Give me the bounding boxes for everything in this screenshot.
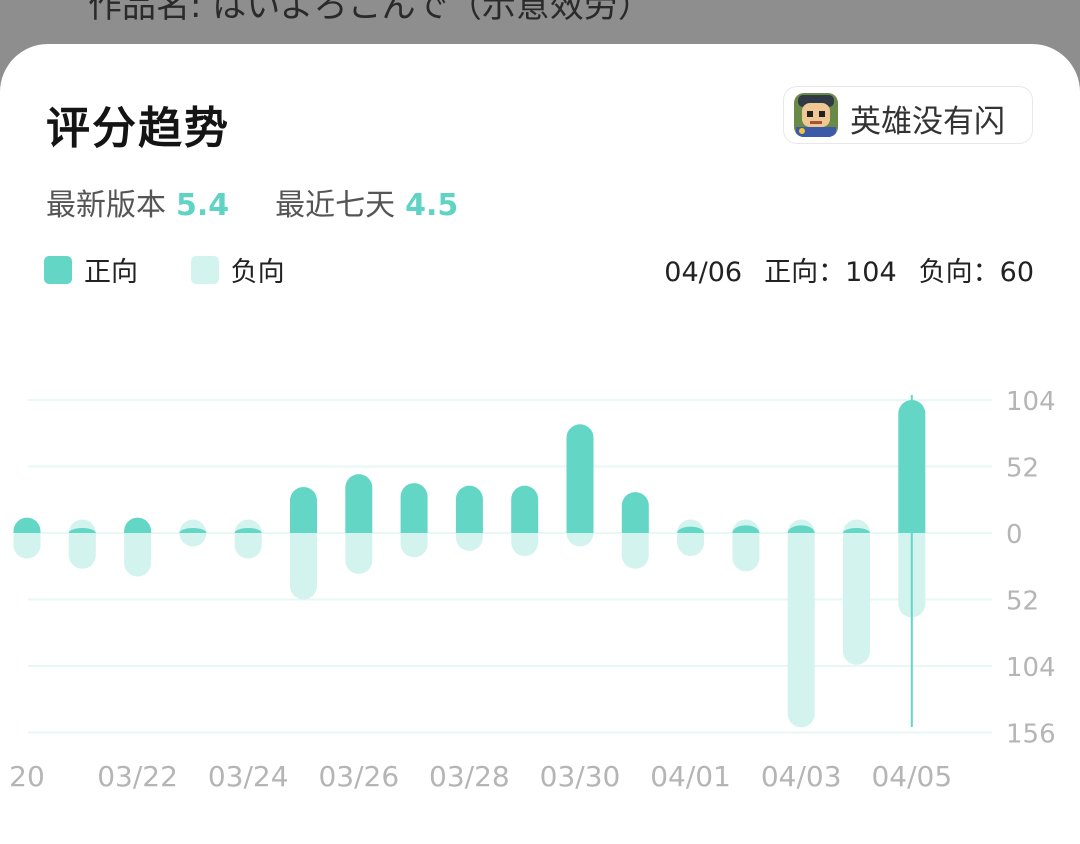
negative-bar xyxy=(234,519,262,559)
positive-bar xyxy=(621,492,649,533)
x-tick-label: 03/22 xyxy=(97,760,178,793)
y-tick-label: 104 xyxy=(1006,387,1056,417)
x-tick-label: 03/30 xyxy=(540,760,621,793)
positive-bar xyxy=(290,486,317,533)
negative-bar xyxy=(787,519,815,728)
negative-bar xyxy=(68,519,96,569)
x-tick-label: 04/03 xyxy=(761,760,842,793)
positive-bar xyxy=(13,517,41,533)
y-tick-label: 156 xyxy=(1006,720,1056,750)
x-tick-label: 03/26 xyxy=(318,760,399,793)
positive-bar xyxy=(345,474,373,533)
y-tick-label: 52 xyxy=(1006,454,1039,484)
x-tick-label: 20 xyxy=(9,760,45,793)
x-tick-label: 04/05 xyxy=(871,760,952,793)
x-tick-label: 04/01 xyxy=(650,760,731,793)
y-tick-label: 104 xyxy=(1006,653,1056,683)
negative-bar xyxy=(677,519,705,557)
negative-bar xyxy=(843,519,870,665)
rating-trend-chart[interactable]: 104 52 0 52 104 156 20 03/22 03/24 03/26 03/28 03/3… xyxy=(0,0,1080,827)
x-tick-label: 03/24 xyxy=(208,760,289,793)
positive-bar xyxy=(455,485,483,533)
x-tick-label: 03/28 xyxy=(429,760,510,793)
positive-bar xyxy=(124,517,152,533)
y-tick-label: 52 xyxy=(1006,587,1039,617)
positive-bar xyxy=(566,424,594,533)
positive-bar xyxy=(400,483,428,533)
y-tick-label: 0 xyxy=(1006,520,1023,550)
positive-bar xyxy=(511,485,539,533)
